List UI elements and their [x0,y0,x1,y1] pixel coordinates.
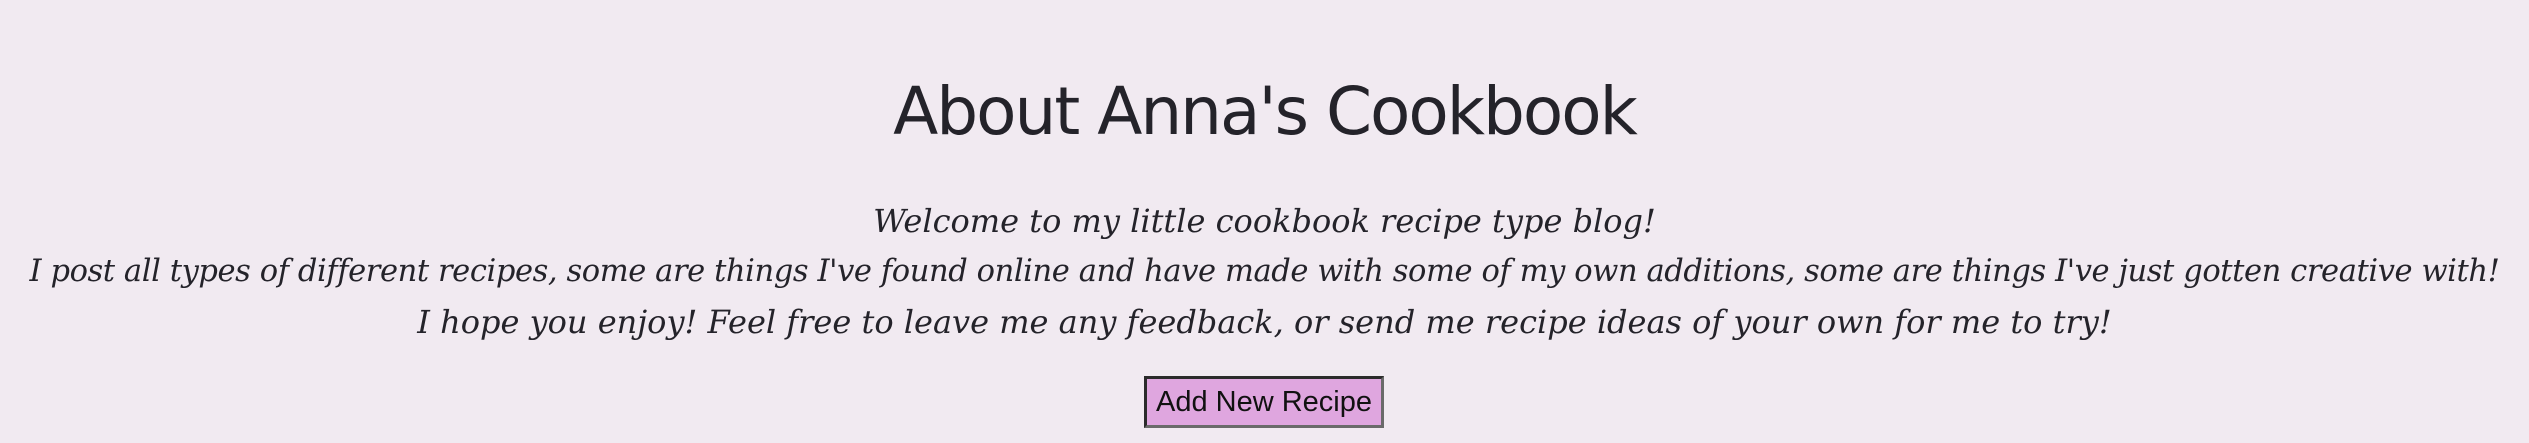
about-description-line: I post all types of different recipes, s… [29,253,2500,289]
about-invite-line: I hope you enjoy! Feel free to leave me … [417,303,2112,341]
page-title: About Anna's Cookbook [893,73,1638,150]
about-text: Welcome to my little cookbook recipe typ… [0,196,2529,348]
about-page: About Anna's Cookbook Welcome to my litt… [0,0,2529,443]
add-new-recipe-button[interactable]: Add New Recipe [1144,376,1384,428]
about-welcome-line: Welcome to my little cookbook recipe typ… [873,202,1656,240]
